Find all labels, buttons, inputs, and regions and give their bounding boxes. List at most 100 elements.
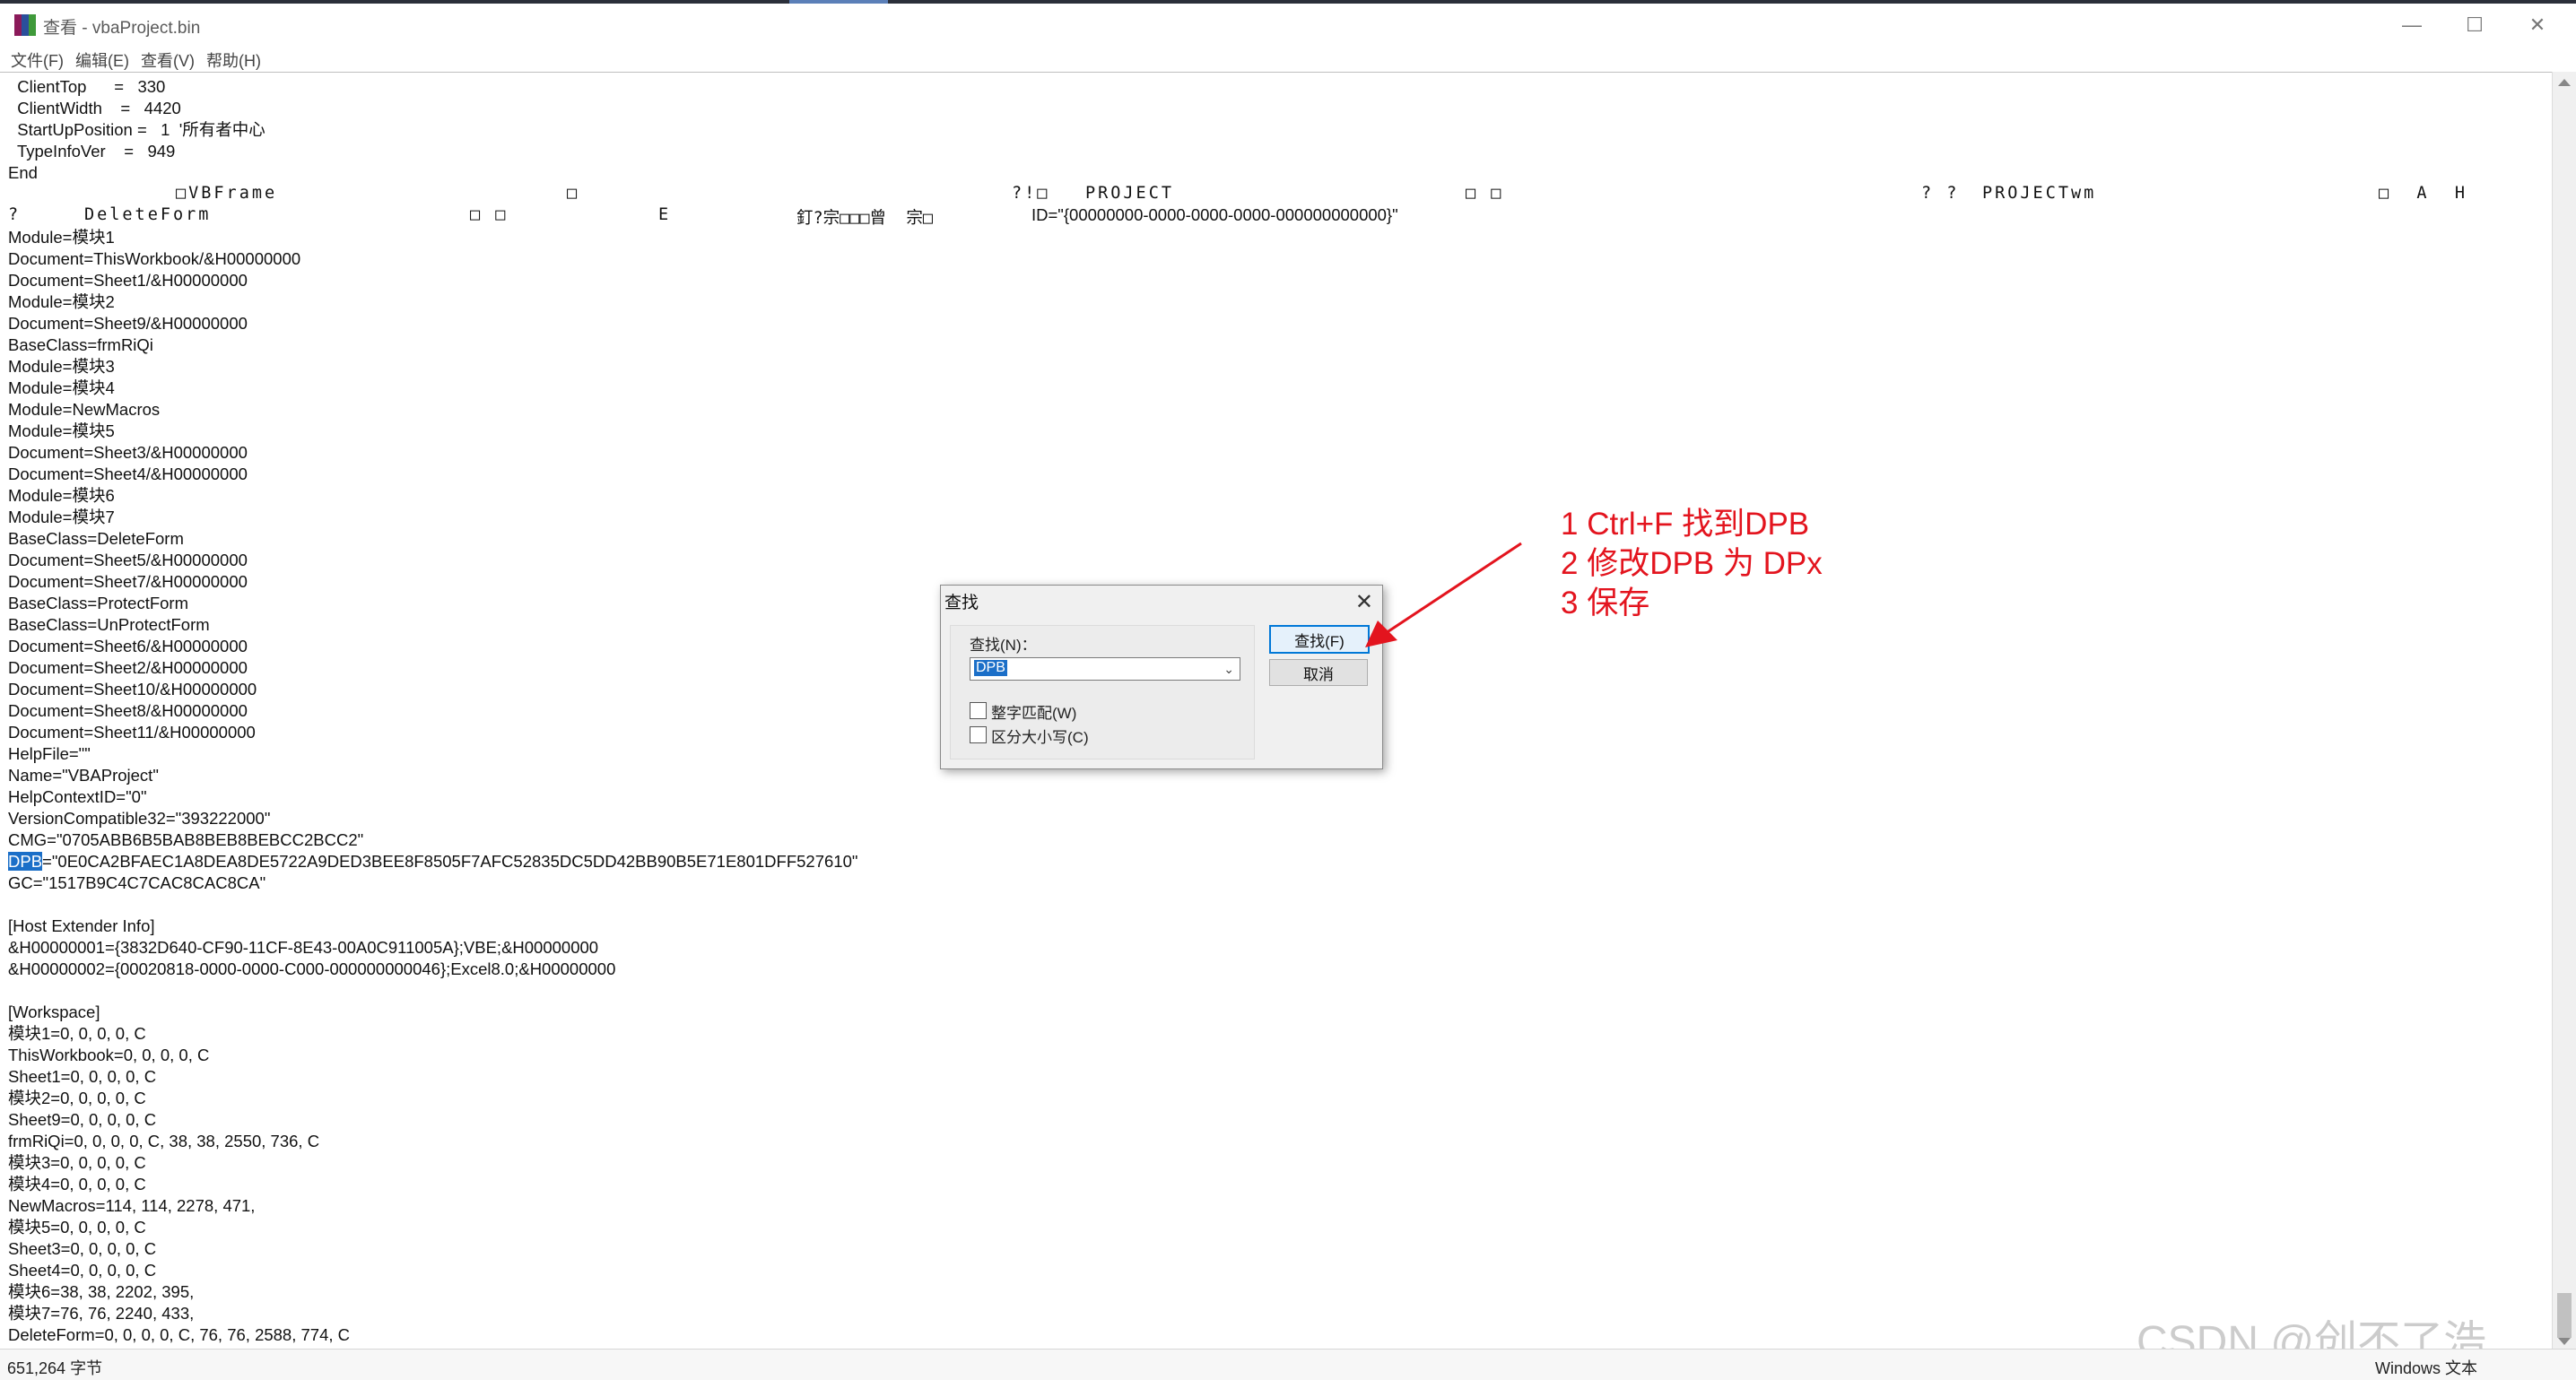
text-line: Document=Sheet10/&H00000000 [8, 680, 257, 699]
text-line: BaseClass=UnProtectForm [8, 615, 210, 634]
binary-text: PROJECTwm [1982, 184, 2097, 203]
encoding-label: Windows 文本 [2375, 1359, 2478, 1377]
binary-text: ID="{00000000-0000-0000-0000-00000000000… [1031, 205, 1398, 224]
whole-word-label: 整字匹配(W) [991, 705, 1077, 722]
text-line: frmRiQi=0, 0, 0, 0, C, 38, 38, 2550, 736… [8, 1132, 320, 1150]
find-dialog-title: 查找 [944, 594, 979, 612]
text-line: Document=Sheet6/&H00000000 [8, 637, 248, 655]
text-line: Module=NewMacros [8, 400, 161, 419]
menu-view[interactable]: 查看(V) [141, 48, 195, 72]
text-line: Module=模块4 [8, 378, 115, 397]
text-line: 模块7=76, 76, 2240, 433, [8, 1304, 195, 1323]
text-line: ThisWorkbook=0, 0, 0, 0, C [8, 1046, 210, 1064]
text-line: Sheet1=0, 0, 0, 0, C [8, 1067, 157, 1086]
text-line: Document=Sheet11/&H00000000 [8, 723, 256, 742]
close-button[interactable]: ✕ [2506, 7, 2569, 43]
text-line: DeleteForm=0, 0, 0, 0, C, 76, 76, 2588, … [8, 1325, 351, 1344]
text-line: StartUpPosition = 1 '所有者中心 [8, 120, 265, 139]
minimize-button[interactable]: — [2380, 7, 2443, 43]
text-line: Document=Sheet5/&H00000000 [8, 551, 248, 569]
match-case-label: 区分大小写(C) [991, 729, 1089, 746]
text-line: Sheet3=0, 0, 0, 0, C [8, 1239, 157, 1258]
menu-help[interactable]: 帮助(H) [206, 48, 261, 72]
text-line: BaseClass=ProtectForm [8, 594, 188, 612]
text-line: 模块1=0, 0, 0, 0, C [8, 1024, 146, 1043]
binary-text: ? ? [1921, 184, 1960, 203]
dpb-highlight: DPB [8, 852, 43, 871]
text-line: Document=Sheet1/&H00000000 [8, 271, 248, 290]
binary-text: ? [8, 205, 22, 224]
text-line: Document=Sheet4/&H00000000 [8, 464, 248, 483]
text-line: &H00000002={00020818-0000-0000-C000-0000… [8, 959, 616, 978]
find-dialog: 查找 ✕ 查找(N)： DPB ⌄ 整字匹配(W) 区分大小写(C) 查找(F)… [940, 585, 1383, 769]
binary-text: □ A H [2379, 184, 2467, 203]
text-line: HelpFile="" [8, 744, 91, 763]
text-line: HelpContextID="0" [8, 787, 147, 806]
binary-text: DeleteForm [84, 205, 212, 224]
archive-app-icon [14, 14, 38, 36]
text-line: Module=模块7 [8, 508, 115, 526]
text-line: BaseClass=frmRiQi [8, 335, 153, 354]
whole-word-checkbox[interactable] [970, 702, 987, 719]
status-bar: 651,264 字节 Windows 文本 [0, 1349, 2576, 1380]
text-line: 模块2=0, 0, 0, 0, C [8, 1089, 146, 1107]
binary-text: 釘?宗□□□曾 宗□ [796, 209, 933, 228]
text-line: Module=模块1 [8, 228, 115, 247]
text-line: Module=模块5 [8, 421, 115, 440]
vertical-scrollbar[interactable] [2552, 72, 2576, 1349]
binary-text: □ [567, 184, 580, 203]
title-bar: 查看 - vbaProject.bin — ☐ ✕ [0, 4, 2576, 45]
text-line: CMG="0705ABB6B5BAB8BEB8BEBCC2BCC2" [8, 830, 364, 849]
text-line: Document=Sheet2/&H00000000 [8, 658, 248, 677]
text-line: 模块6=38, 38, 2202, 395, [8, 1282, 195, 1301]
text-line: Module=模块6 [8, 486, 115, 505]
scroll-thumb[interactable] [2557, 1293, 2572, 1338]
viewer-window: 查看 - vbaProject.bin — ☐ ✕ 文件(F) 编辑(E) 查看… [0, 4, 2576, 1380]
annotation-step-3: 3 保存 [1561, 586, 1650, 621]
binary-text: PROJECT [1085, 184, 1174, 203]
text-line: End [8, 163, 38, 182]
file-size: 651,264 字节 [7, 1359, 103, 1377]
text-line: Sheet9=0, 0, 0, 0, C [8, 1110, 157, 1129]
text-line: BaseClass=DeleteForm [8, 529, 184, 548]
scroll-down-arrow-icon[interactable] [2558, 1338, 2571, 1345]
menu-bar: 文件(F) 编辑(E) 查看(V) 帮助(H) [0, 45, 2576, 72]
binary-text: ?!□ [1012, 184, 1050, 203]
text-line: ClientTop = 330 [8, 77, 166, 96]
text-line: Document=Sheet7/&H00000000 [8, 572, 248, 591]
maximize-button[interactable]: ☐ [2443, 7, 2506, 43]
text-line: Document=Sheet3/&H00000000 [8, 443, 248, 462]
binary-text: □VBFrame [176, 184, 278, 203]
find-input[interactable]: DPB ⌄ [970, 657, 1240, 681]
chevron-down-icon[interactable]: ⌄ [1223, 662, 1234, 677]
text-line: Module=模块2 [8, 292, 115, 311]
text-line: Document=Sheet8/&H00000000 [8, 701, 248, 720]
annotation-arrow [1365, 542, 1522, 647]
text-line: ClientWidth = 4420 [8, 99, 181, 117]
binary-text: □ □ [1466, 184, 1504, 203]
text-line: [Workspace] [8, 1002, 100, 1021]
text-line: TypeInfoVer = 949 [8, 142, 176, 161]
text-line: GC="1517B9C4C7CAC8CAC8CA" [8, 873, 266, 892]
text-line: Name="VBAProject" [8, 766, 159, 785]
text-line: 模块4=0, 0, 0, 0, C [8, 1175, 146, 1193]
dpb-line: DPB="0E0CA2BFAEC1A8DEA8DE5722A9DED3BEE8F… [8, 852, 858, 871]
text-line: VersionCompatible32="393222000" [8, 809, 271, 828]
find-input-value: DPB [974, 660, 1007, 676]
text-line: Sheet4=0, 0, 0, 0, C [8, 1261, 157, 1280]
match-case-checkbox[interactable] [970, 726, 987, 743]
text-line: 模块3=0, 0, 0, 0, C [8, 1153, 146, 1172]
menu-edit[interactable]: 编辑(E) [75, 48, 129, 72]
text-line: 模块5=0, 0, 0, 0, C [8, 1218, 146, 1237]
menu-file[interactable]: 文件(F) [11, 48, 64, 72]
text-line: Module=模块3 [8, 357, 115, 376]
text-line: &H00000001={3832D640-CF90-11CF-8E43-00A0… [8, 938, 599, 957]
scroll-up-arrow-icon[interactable] [2558, 79, 2571, 86]
text-line: NewMacros=114, 114, 2278, 471, [8, 1196, 256, 1215]
text-line: Document=ThisWorkbook/&H00000000 [8, 249, 301, 268]
window-title: 查看 - vbaProject.bin [43, 19, 201, 38]
find-label: 查找(N)： [970, 637, 1037, 654]
binary-text: □ □ [470, 205, 509, 224]
binary-text: E [658, 205, 672, 224]
text-line: Document=Sheet9/&H00000000 [8, 314, 248, 333]
